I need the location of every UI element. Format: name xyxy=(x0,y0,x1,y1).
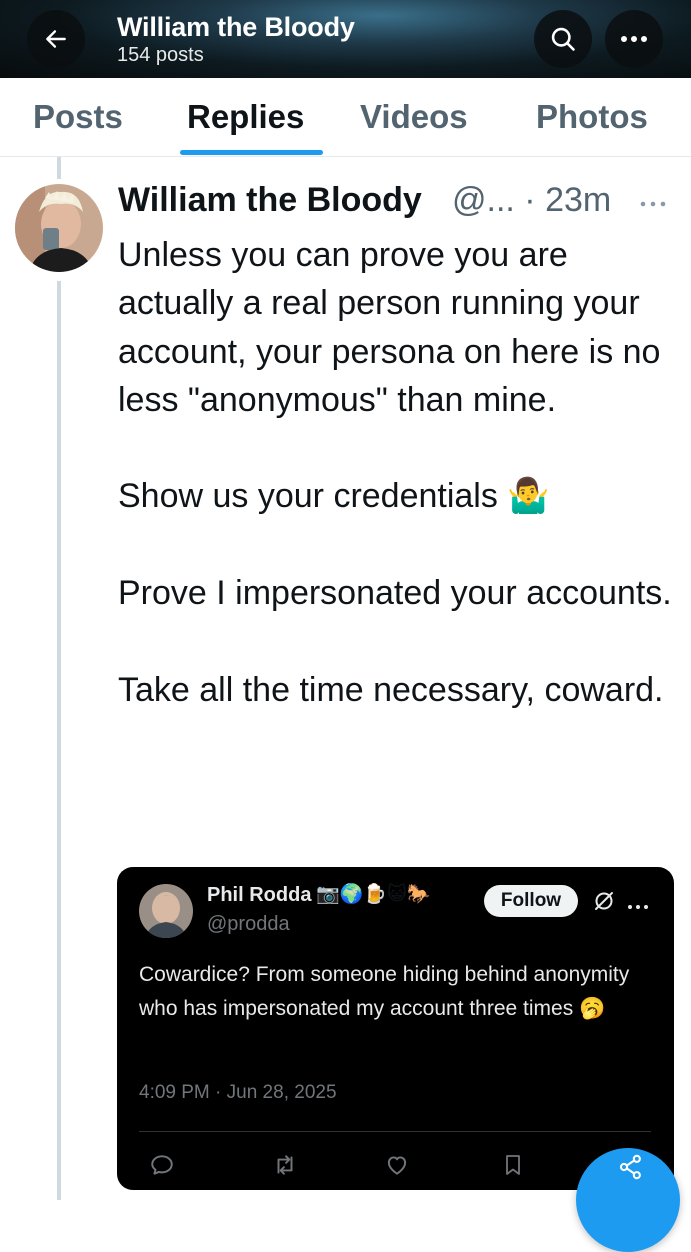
divider xyxy=(139,1131,651,1132)
tab-videos[interactable]: Videos xyxy=(360,98,468,136)
author-handle-time[interactable]: @... · 23m xyxy=(452,181,611,220)
search-button[interactable] xyxy=(534,10,592,68)
more-icon xyxy=(640,201,666,207)
active-tab-indicator xyxy=(180,150,323,155)
more-options-button[interactable] xyxy=(605,10,663,68)
quoted-tweet-text: Cowardice? From someone hiding behind an… xyxy=(139,963,630,1020)
profile-title: William the Bloody xyxy=(117,12,355,42)
tab-replies[interactable]: Replies xyxy=(187,98,304,136)
quoted-tweet-image[interactable]: Phil Rodda 📷🌍🍺😺🐎 @prodda Follow Cowardic… xyxy=(117,867,674,1190)
reply-icon xyxy=(149,1152,175,1183)
bookmark-icon xyxy=(501,1152,525,1183)
quoted-author-name: Phil Rodda xyxy=(207,884,312,906)
tweet-paragraph: Show us your credentials 🤷‍♂️ xyxy=(118,477,550,516)
tab-posts[interactable]: Posts xyxy=(33,98,123,136)
tweet-text: Unless you can prove you are actually a … xyxy=(118,231,678,714)
profile-tabs: Posts Replies Videos Photos xyxy=(0,78,691,157)
tweet-paragraph: Unless you can prove you are actually a … xyxy=(118,236,661,419)
back-arrow-icon xyxy=(46,30,66,48)
post-count: 154 posts xyxy=(117,44,204,66)
tab-photos[interactable]: Photos xyxy=(536,98,648,136)
thread-line-top xyxy=(57,157,61,179)
tweet-paragraph: Prove I impersonated your accounts. xyxy=(118,574,672,613)
follow-button: Follow xyxy=(484,885,578,917)
quoted-avatar xyxy=(139,884,193,938)
like-icon xyxy=(383,1152,411,1183)
thread-line xyxy=(57,281,61,1200)
repost-icon xyxy=(271,1152,299,1183)
quoted-name-emojis: 📷🌍🍺😺🐎 xyxy=(316,884,431,905)
profile-header: William the Bloody 154 posts xyxy=(0,0,691,78)
tweet-paragraph: Take all the time necessary, coward. xyxy=(118,670,664,709)
quoted-author-handle: @prodda xyxy=(207,913,290,935)
avatar[interactable] xyxy=(15,184,103,272)
search-icon xyxy=(551,27,575,51)
grok-icon xyxy=(592,889,616,918)
quoted-timestamp: 4:09 PM · Jun 28, 2025 xyxy=(139,1082,337,1103)
more-icon xyxy=(627,897,649,915)
back-button[interactable] xyxy=(27,10,85,68)
share-icon xyxy=(617,1153,645,1186)
author-name[interactable]: William the Bloody xyxy=(118,181,422,220)
tweet-more-button[interactable] xyxy=(640,194,666,212)
more-icon xyxy=(621,36,647,42)
